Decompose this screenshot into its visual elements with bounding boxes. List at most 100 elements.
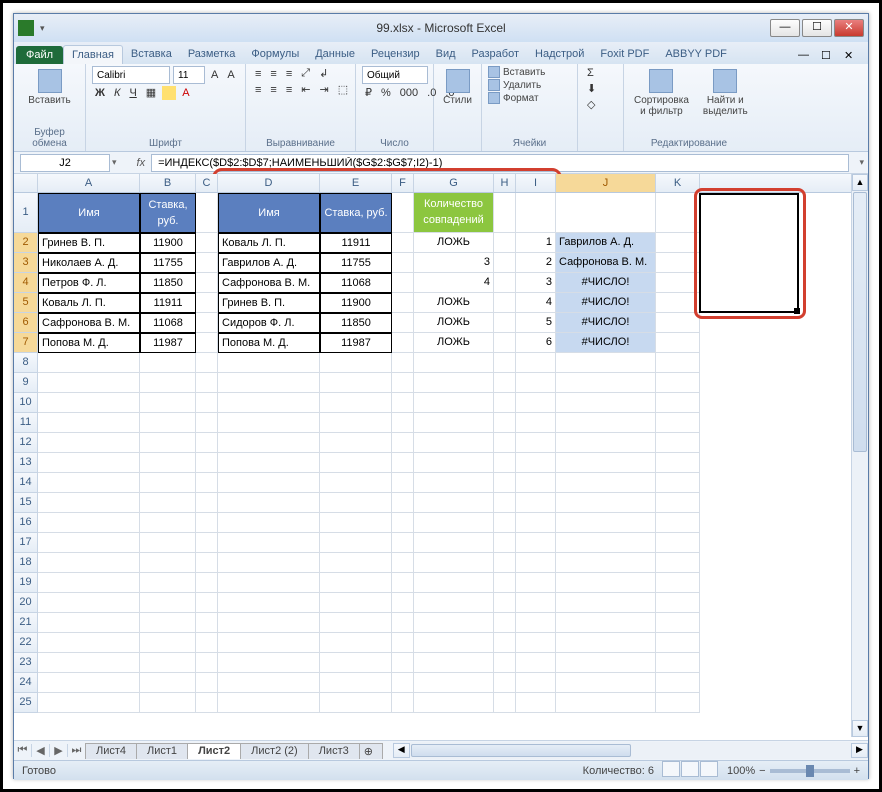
cell-K13[interactable] — [656, 453, 700, 473]
cell-J1[interactable] — [556, 193, 656, 233]
cell-D16[interactable] — [218, 513, 320, 533]
cell-A16[interactable] — [38, 513, 140, 533]
cell-G15[interactable] — [414, 493, 494, 513]
cell-G13[interactable] — [414, 453, 494, 473]
cell-A18[interactable] — [38, 553, 140, 573]
number-format-select[interactable] — [362, 66, 428, 84]
colhead-J[interactable]: J — [556, 174, 656, 192]
cell-K7[interactable] — [656, 333, 700, 353]
file-tab[interactable]: Файл — [16, 46, 63, 64]
cell-C7[interactable] — [196, 333, 218, 353]
cell-G1[interactable]: Количествосовпадений — [414, 193, 494, 233]
cell-H21[interactable] — [494, 613, 516, 633]
cell-H20[interactable] — [494, 593, 516, 613]
cell-I3[interactable]: 2 — [516, 253, 556, 273]
cell-G24[interactable] — [414, 673, 494, 693]
cell-I23[interactable] — [516, 653, 556, 673]
cell-F19[interactable] — [392, 573, 414, 593]
font-name-select[interactable] — [92, 66, 170, 84]
cell-F13[interactable] — [392, 453, 414, 473]
sheet-nav-prev-icon[interactable]: ◀ — [32, 744, 50, 757]
rowhead-11[interactable]: 11 — [14, 413, 38, 433]
cell-I21[interactable] — [516, 613, 556, 633]
cell-D18[interactable] — [218, 553, 320, 573]
cell-A7[interactable]: Попова М. Д. — [38, 333, 140, 353]
cell-F7[interactable] — [392, 333, 414, 353]
cell-B11[interactable] — [140, 413, 196, 433]
cell-A11[interactable] — [38, 413, 140, 433]
cell-G7[interactable]: ЛОЖЬ — [414, 333, 494, 353]
rowhead-9[interactable]: 9 — [14, 373, 38, 393]
cell-F18[interactable] — [392, 553, 414, 573]
scroll-left-icon[interactable]: ◀ — [393, 743, 410, 758]
cell-J21[interactable] — [556, 613, 656, 633]
colhead-I[interactable]: I — [516, 174, 556, 192]
cell-B13[interactable] — [140, 453, 196, 473]
tab-abbyy pdf[interactable]: ABBYY PDF — [657, 45, 735, 64]
cell-I19[interactable] — [516, 573, 556, 593]
cell-I17[interactable] — [516, 533, 556, 553]
cell-A19[interactable] — [38, 573, 140, 593]
underline-button[interactable]: Ч — [126, 86, 139, 100]
cell-A14[interactable] — [38, 473, 140, 493]
colhead-D[interactable]: D — [218, 174, 320, 192]
sheet-tab-Лист2 (2)[interactable]: Лист2 (2) — [240, 743, 309, 759]
cell-B18[interactable] — [140, 553, 196, 573]
cell-J15[interactable] — [556, 493, 656, 513]
cell-A21[interactable] — [38, 613, 140, 633]
cell-A12[interactable] — [38, 433, 140, 453]
cell-B9[interactable] — [140, 373, 196, 393]
cell-J18[interactable] — [556, 553, 656, 573]
align-right-icon[interactable]: ≡ — [283, 83, 295, 97]
cell-K1[interactable] — [656, 193, 700, 233]
cell-B10[interactable] — [140, 393, 196, 413]
cell-J17[interactable] — [556, 533, 656, 553]
cell-C11[interactable] — [196, 413, 218, 433]
horizontal-scrollbar[interactable]: ◀ ▶ — [393, 742, 868, 759]
autosum-button[interactable]: Σ — [584, 66, 597, 80]
cell-J14[interactable] — [556, 473, 656, 493]
cell-D20[interactable] — [218, 593, 320, 613]
zoom-out-button[interactable]: − — [759, 765, 765, 777]
rowhead-23[interactable]: 23 — [14, 653, 38, 673]
clear-button[interactable]: ◇ — [584, 97, 598, 112]
cell-B22[interactable] — [140, 633, 196, 653]
cell-K14[interactable] — [656, 473, 700, 493]
styles-button[interactable]: Стили — [440, 66, 475, 109]
cell-E21[interactable] — [320, 613, 392, 633]
cell-F6[interactable] — [392, 313, 414, 333]
cell-I10[interactable] — [516, 393, 556, 413]
sheet-nav-first-icon[interactable]: ⏮ — [14, 744, 32, 757]
cell-A22[interactable] — [38, 633, 140, 653]
rowhead-4[interactable]: 4 — [14, 273, 38, 293]
cell-E17[interactable] — [320, 533, 392, 553]
cell-E1[interactable]: Ставка, руб. — [320, 193, 392, 233]
cell-J20[interactable] — [556, 593, 656, 613]
cell-K2[interactable] — [656, 233, 700, 253]
normal-view-icon[interactable] — [662, 761, 680, 777]
colhead-C[interactable]: C — [196, 174, 218, 192]
cell-C14[interactable] — [196, 473, 218, 493]
cell-G9[interactable] — [414, 373, 494, 393]
grow-font-icon[interactable]: A — [208, 68, 221, 82]
align-bottom-icon[interactable]: ≡ — [283, 67, 295, 81]
cell-D14[interactable] — [218, 473, 320, 493]
cell-K8[interactable] — [656, 353, 700, 373]
cell-H23[interactable] — [494, 653, 516, 673]
page-break-icon[interactable] — [700, 761, 718, 777]
cell-G10[interactable] — [414, 393, 494, 413]
sort-filter-button[interactable]: Сортировка и фильтр — [630, 66, 693, 120]
cell-B15[interactable] — [140, 493, 196, 513]
tab-формулы[interactable]: Формулы — [243, 45, 307, 64]
cell-E12[interactable] — [320, 433, 392, 453]
find-select-button[interactable]: Найти и выделить — [699, 66, 752, 120]
cell-B2[interactable]: 11900 — [140, 233, 196, 253]
cell-F20[interactable] — [392, 593, 414, 613]
cell-A2[interactable]: Гринев В. П. — [38, 233, 140, 253]
cell-E4[interactable]: 11068 — [320, 273, 392, 293]
cell-C15[interactable] — [196, 493, 218, 513]
align-middle-icon[interactable]: ≡ — [267, 67, 279, 81]
cell-C22[interactable] — [196, 633, 218, 653]
cell-E6[interactable]: 11850 — [320, 313, 392, 333]
cell-B20[interactable] — [140, 593, 196, 613]
